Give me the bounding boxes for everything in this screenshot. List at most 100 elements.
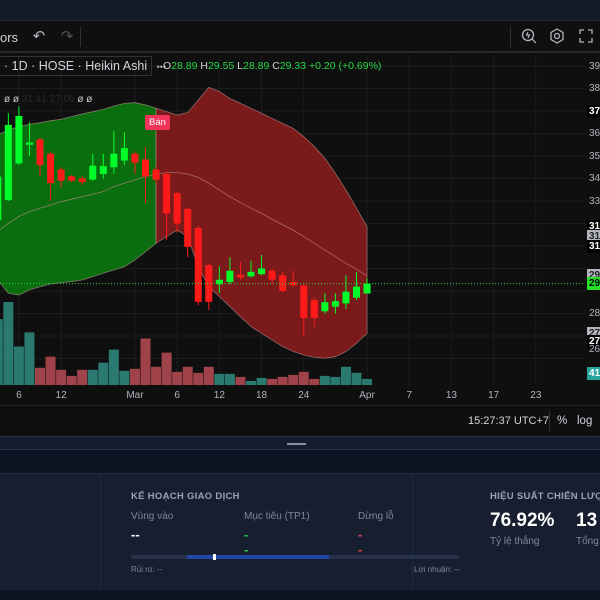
risk-text: Rủi ro: -- xyxy=(131,565,163,574)
quick-search-icon[interactable] xyxy=(519,27,539,47)
price-axis-label: 29 xyxy=(587,277,600,291)
volume-bar xyxy=(87,369,98,385)
time-axis-label: Apr xyxy=(359,390,375,401)
volume-bar xyxy=(98,362,109,385)
volume-bar xyxy=(129,368,140,385)
candle-body xyxy=(342,291,350,304)
price-chart[interactable] xyxy=(0,55,600,405)
divider xyxy=(100,474,101,591)
price-axis-label: 28 xyxy=(589,308,600,319)
candle-body xyxy=(163,174,171,214)
trade-plan-card: KẾ HOẠCH GIAO DỊCH Vùng vào -- Mục tiêu … xyxy=(131,491,460,574)
strategy-panel: KẾ HOẠCH GIAO DỊCH Vùng vào -- Mục tiêu … xyxy=(0,473,600,591)
time-axis-label: 7 xyxy=(406,390,413,401)
clock: 15:27:37 UTC+7 xyxy=(468,415,550,427)
price-axis-label: 35 xyxy=(589,150,600,162)
volume-bar xyxy=(224,373,235,385)
volume-bar xyxy=(193,372,204,385)
candle-body xyxy=(36,139,44,165)
candle-body xyxy=(226,270,234,282)
candle-body xyxy=(236,274,244,278)
candle-body xyxy=(300,285,308,318)
volume-bar xyxy=(351,372,362,385)
candle-body xyxy=(321,302,329,312)
candle-body xyxy=(152,169,160,180)
price-axis-label: 31 xyxy=(587,240,600,254)
candle-body xyxy=(353,286,360,298)
candle-body xyxy=(173,193,181,224)
low-value: 28.89 xyxy=(243,60,270,72)
redo-icon[interactable]: ↷ xyxy=(57,27,77,47)
time-axis-label: 12 xyxy=(55,390,67,401)
candle-body xyxy=(99,166,107,174)
win-rate-value: 76.92% xyxy=(490,510,555,531)
divider xyxy=(549,411,550,431)
candle-body xyxy=(89,165,97,180)
candle-body xyxy=(47,153,55,183)
candle-body xyxy=(110,153,118,168)
volume-bar xyxy=(108,349,119,385)
candle-body xyxy=(142,159,149,177)
volume-bar xyxy=(340,366,351,385)
symbol-legend[interactable]: · 1D · HOSE · Heikin Ashi ••• xyxy=(0,56,166,76)
volume-bar xyxy=(256,377,267,385)
volume-bar xyxy=(246,380,256,385)
hidden-icon[interactable]: ø xyxy=(4,94,10,105)
risk-reward-fill xyxy=(187,555,329,559)
target-label: Mục tiêu (TP1) xyxy=(244,511,310,522)
symbol-info: · 1D · HOSE · Heikin Ashi xyxy=(4,59,148,73)
candle-body xyxy=(15,115,23,164)
undo-icon[interactable]: ↶ xyxy=(29,27,49,47)
candle-body xyxy=(205,265,213,302)
volume-bar xyxy=(214,373,225,385)
price-axis-label: 39 xyxy=(589,60,600,72)
candle-body xyxy=(4,124,12,201)
win-rate-label: Tỷ lệ thắng xyxy=(490,536,540,547)
volume-bar xyxy=(203,366,214,385)
time-axis-label: 17 xyxy=(488,390,500,401)
status-bar: 15:27:37 UTC+7 % log xyxy=(0,405,600,436)
performance-card: HIỆU SUẤT CHIẾN LƯỢC 76.92% Tỷ lệ thắng … xyxy=(490,491,600,547)
volume-bar xyxy=(298,371,309,385)
candle-body xyxy=(258,268,266,275)
grip-icon xyxy=(287,443,306,445)
footer-strip xyxy=(0,590,600,600)
hidden-icon[interactable]: ø xyxy=(86,94,92,105)
total-trades-label: Tổng xyxy=(576,536,599,547)
panel-resize-handle[interactable] xyxy=(0,436,600,450)
candle-body xyxy=(310,300,318,318)
fullscreen-icon[interactable] xyxy=(576,27,596,47)
percent-toggle[interactable]: % xyxy=(557,415,567,427)
indicators-button[interactable]: ors xyxy=(0,30,18,45)
candle-body xyxy=(120,148,128,161)
top-band xyxy=(0,0,600,21)
open-label: O xyxy=(163,60,172,72)
volume-bar xyxy=(13,346,24,385)
volume-bar xyxy=(24,332,35,385)
candle-body xyxy=(247,271,255,277)
price-axis-label: 34 xyxy=(589,173,600,184)
candle-body xyxy=(0,176,2,221)
hidden-icon[interactable]: ø xyxy=(13,94,19,105)
total-trades-value: 13 xyxy=(576,510,598,531)
volume-bar xyxy=(235,376,246,385)
volume-bar xyxy=(330,376,341,385)
time-axis-label: 23 xyxy=(530,390,542,401)
candle-body xyxy=(363,283,371,294)
time-axis-label: 24 xyxy=(298,390,310,401)
volume-bar xyxy=(66,375,77,385)
entry-value: -- xyxy=(131,527,140,542)
settings-icon[interactable] xyxy=(547,27,567,47)
volume-bar xyxy=(77,369,88,385)
change-value: +0.20 (+0.69%) xyxy=(309,60,382,72)
risk-reward-bar xyxy=(131,554,459,560)
candle-body xyxy=(194,228,202,302)
price-axis-label: 37 xyxy=(587,104,600,118)
stop-label: Dừng lỗ xyxy=(358,511,394,522)
log-toggle[interactable]: log xyxy=(577,415,592,427)
candle-body xyxy=(25,142,33,145)
hidden-icon[interactable]: ø xyxy=(77,94,83,105)
time-axis-label: 12 xyxy=(213,390,225,401)
volume-bar xyxy=(319,375,330,385)
volume-bar xyxy=(35,367,45,385)
